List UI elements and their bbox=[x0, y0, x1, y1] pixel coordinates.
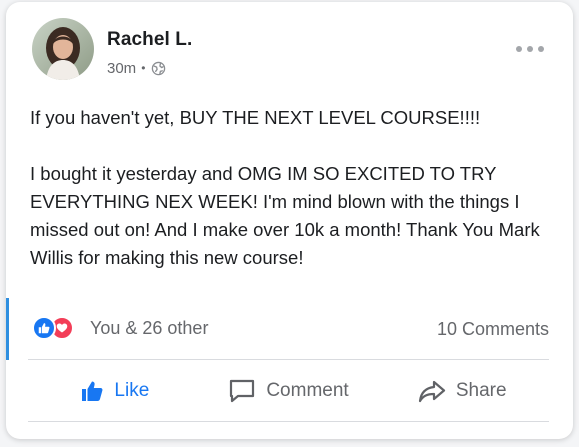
post-meta: 30m • bbox=[107, 59, 166, 77]
reaction-label: You & 26 other bbox=[90, 317, 209, 338]
post-paragraph: I bought it yesterday and OMG IM SO EXCI… bbox=[30, 163, 540, 268]
like-reaction-icon bbox=[32, 316, 56, 340]
comment-button[interactable]: Comment bbox=[202, 360, 376, 421]
post-time[interactable]: 30m bbox=[107, 60, 136, 77]
accent-bar bbox=[6, 298, 9, 360]
avatar-photo bbox=[32, 18, 94, 80]
like-label: Like bbox=[114, 379, 150, 401]
action-bar: Like Comment Share bbox=[28, 360, 549, 421]
avatar[interactable] bbox=[32, 18, 94, 80]
like-button[interactable]: Like bbox=[28, 360, 202, 421]
comment-icon bbox=[230, 379, 255, 402]
meta-separator: • bbox=[141, 61, 146, 75]
comments-count[interactable]: 10 Comments bbox=[437, 319, 549, 340]
share-label: Share bbox=[455, 379, 507, 401]
share-button[interactable]: Share bbox=[375, 360, 549, 421]
globe-icon bbox=[151, 61, 166, 76]
post-paragraph: If you haven't yet, BUY THE NEXT LEVEL C… bbox=[30, 107, 481, 128]
more-options-icon[interactable] bbox=[516, 42, 544, 56]
share-icon bbox=[418, 380, 445, 402]
author-name[interactable]: Rachel L. bbox=[107, 29, 192, 51]
post-body: If you haven't yet, BUY THE NEXT LEVEL C… bbox=[30, 104, 550, 272]
reaction-summary[interactable]: You & 26 other bbox=[32, 315, 208, 341]
post-card: Rachel L. 30m • If you haven't yet, BUY … bbox=[6, 2, 573, 439]
thumbs-up-icon bbox=[82, 381, 103, 401]
divider bbox=[28, 421, 549, 422]
comment-label: Comment bbox=[266, 379, 349, 401]
